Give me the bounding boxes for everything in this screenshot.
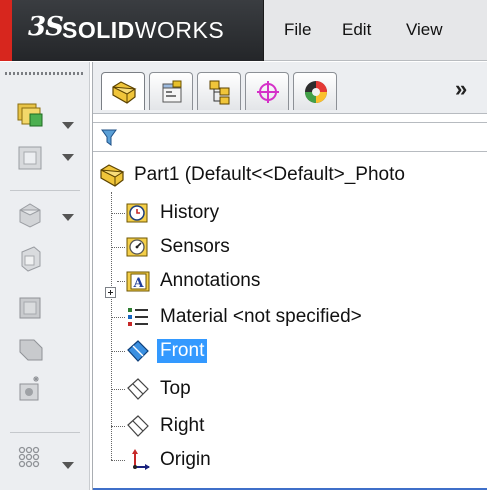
tree-item-label-selected: Front <box>157 339 208 363</box>
shell-button[interactable] <box>16 244 44 272</box>
mirror-button[interactable] <box>16 144 44 172</box>
tree-item-label: Top <box>160 378 191 399</box>
tree-connector <box>111 317 125 318</box>
insert-part-dropdown-icon[interactable] <box>62 122 74 129</box>
ds-logo-mark: 3S <box>28 12 64 42</box>
mirror-icon <box>18 146 42 170</box>
hole-wizard-button[interactable] <box>16 374 44 402</box>
tree-item-label: Origin <box>160 449 211 470</box>
fillet-icon <box>19 339 43 361</box>
part-icon <box>100 164 125 187</box>
pattern-icon <box>18 446 40 468</box>
tree-connector <box>111 247 125 248</box>
material-icon <box>128 308 148 326</box>
part-icon <box>112 81 137 104</box>
filter-icon[interactable] <box>101 129 117 147</box>
annotations-icon: A <box>126 271 150 292</box>
display-manager-icon <box>305 81 327 103</box>
tree-item-sensors[interactable]: Sensors <box>125 230 233 264</box>
command-toolbar <box>0 62 90 490</box>
tree-item-label: Annotations <box>160 270 261 291</box>
tree-item-right-plane[interactable]: Right <box>125 409 207 443</box>
insert-part-icon <box>17 103 43 127</box>
tree-item-label: Material <not specified> <box>160 306 362 327</box>
plane-icon <box>127 340 149 362</box>
pattern-dropdown-icon[interactable] <box>62 462 74 469</box>
tree-item-history[interactable]: History <box>125 196 222 230</box>
tab-feature-manager[interactable] <box>101 72 145 110</box>
tab-configuration-manager[interactable] <box>197 72 241 110</box>
tree-item-origin[interactable]: Origin <box>125 443 214 477</box>
toolbar-grip[interactable] <box>5 72 85 75</box>
logo-wordmark: SOLIDWORKS <box>62 17 224 44</box>
tree-root-label: Part1 (Default<<Default>_Photo <box>134 164 405 185</box>
more-tabs-button[interactable]: » <box>455 76 467 102</box>
title-bar: 3S SOLIDWORKS File Edit View <box>0 0 487 61</box>
solidworks-logo[interactable]: 3S SOLIDWORKS <box>0 0 264 61</box>
tree-item-material[interactable]: Material <not specified> <box>125 300 365 334</box>
tab-property-manager[interactable] <box>149 72 193 110</box>
tree-item-label: History <box>160 202 220 223</box>
tree-item-label: Right <box>160 415 205 436</box>
origin-icon <box>132 449 150 470</box>
tree-item-annotations[interactable]: A Annotations <box>125 264 263 298</box>
tree-connector <box>111 351 125 352</box>
logo-wordmark-bold: SOLID <box>62 17 135 43</box>
plane-icon <box>127 415 149 437</box>
box-icon <box>19 297 41 319</box>
history-icon <box>126 203 148 223</box>
sensors-icon <box>126 237 148 257</box>
tree-connector <box>117 281 125 282</box>
tree-connector <box>111 426 125 427</box>
property-manager-icon <box>162 80 182 103</box>
feature-tree: Part1 (Default<<Default>_Photo History S… <box>93 158 487 490</box>
box-button[interactable] <box>16 294 44 322</box>
configuration-manager-icon <box>209 80 230 105</box>
svg-text:A: A <box>133 276 145 291</box>
hole-wizard-icon <box>19 376 39 401</box>
plane-icon <box>127 378 149 400</box>
extrude-icon <box>19 203 41 228</box>
tree-item-top-plane[interactable]: Top <box>125 372 194 406</box>
extrude-button[interactable] <box>16 200 44 228</box>
fillet-button[interactable] <box>16 334 44 362</box>
annotations-expand-toggle[interactable] <box>105 287 116 298</box>
logo-red-accent <box>0 0 12 61</box>
tree-connector <box>111 192 112 460</box>
tree-root-part[interactable]: Part1 (Default<<Default>_Photo <box>99 158 408 192</box>
tree-item-front-plane[interactable]: Front <box>125 334 208 368</box>
tree-connector <box>111 460 125 461</box>
extrude-dropdown-icon[interactable] <box>62 214 74 221</box>
logo-wordmark-light: WORKS <box>134 17 225 43</box>
toolbar-separator <box>10 432 80 433</box>
shell-icon <box>21 246 41 272</box>
tree-connector <box>111 213 125 214</box>
tree-item-label: Sensors <box>160 236 230 257</box>
feature-manager-panel: » Part1 (Default<<Default>_Photo History… <box>92 62 487 490</box>
toolbar-separator <box>10 190 80 191</box>
pattern-button[interactable] <box>16 442 44 470</box>
filter-bar[interactable] <box>93 122 487 152</box>
tab-display-manager[interactable] <box>293 72 337 110</box>
tree-connector <box>111 389 125 390</box>
menu-edit[interactable]: Edit <box>342 20 371 40</box>
tab-dimxpert-manager[interactable] <box>245 72 289 110</box>
menu-view[interactable]: View <box>406 20 443 40</box>
mirror-dropdown-icon[interactable] <box>62 154 74 161</box>
manager-tabs: » <box>93 62 487 114</box>
menu-file[interactable]: File <box>284 20 311 40</box>
dimxpert-icon <box>257 81 279 103</box>
insert-part-button[interactable] <box>16 100 44 128</box>
